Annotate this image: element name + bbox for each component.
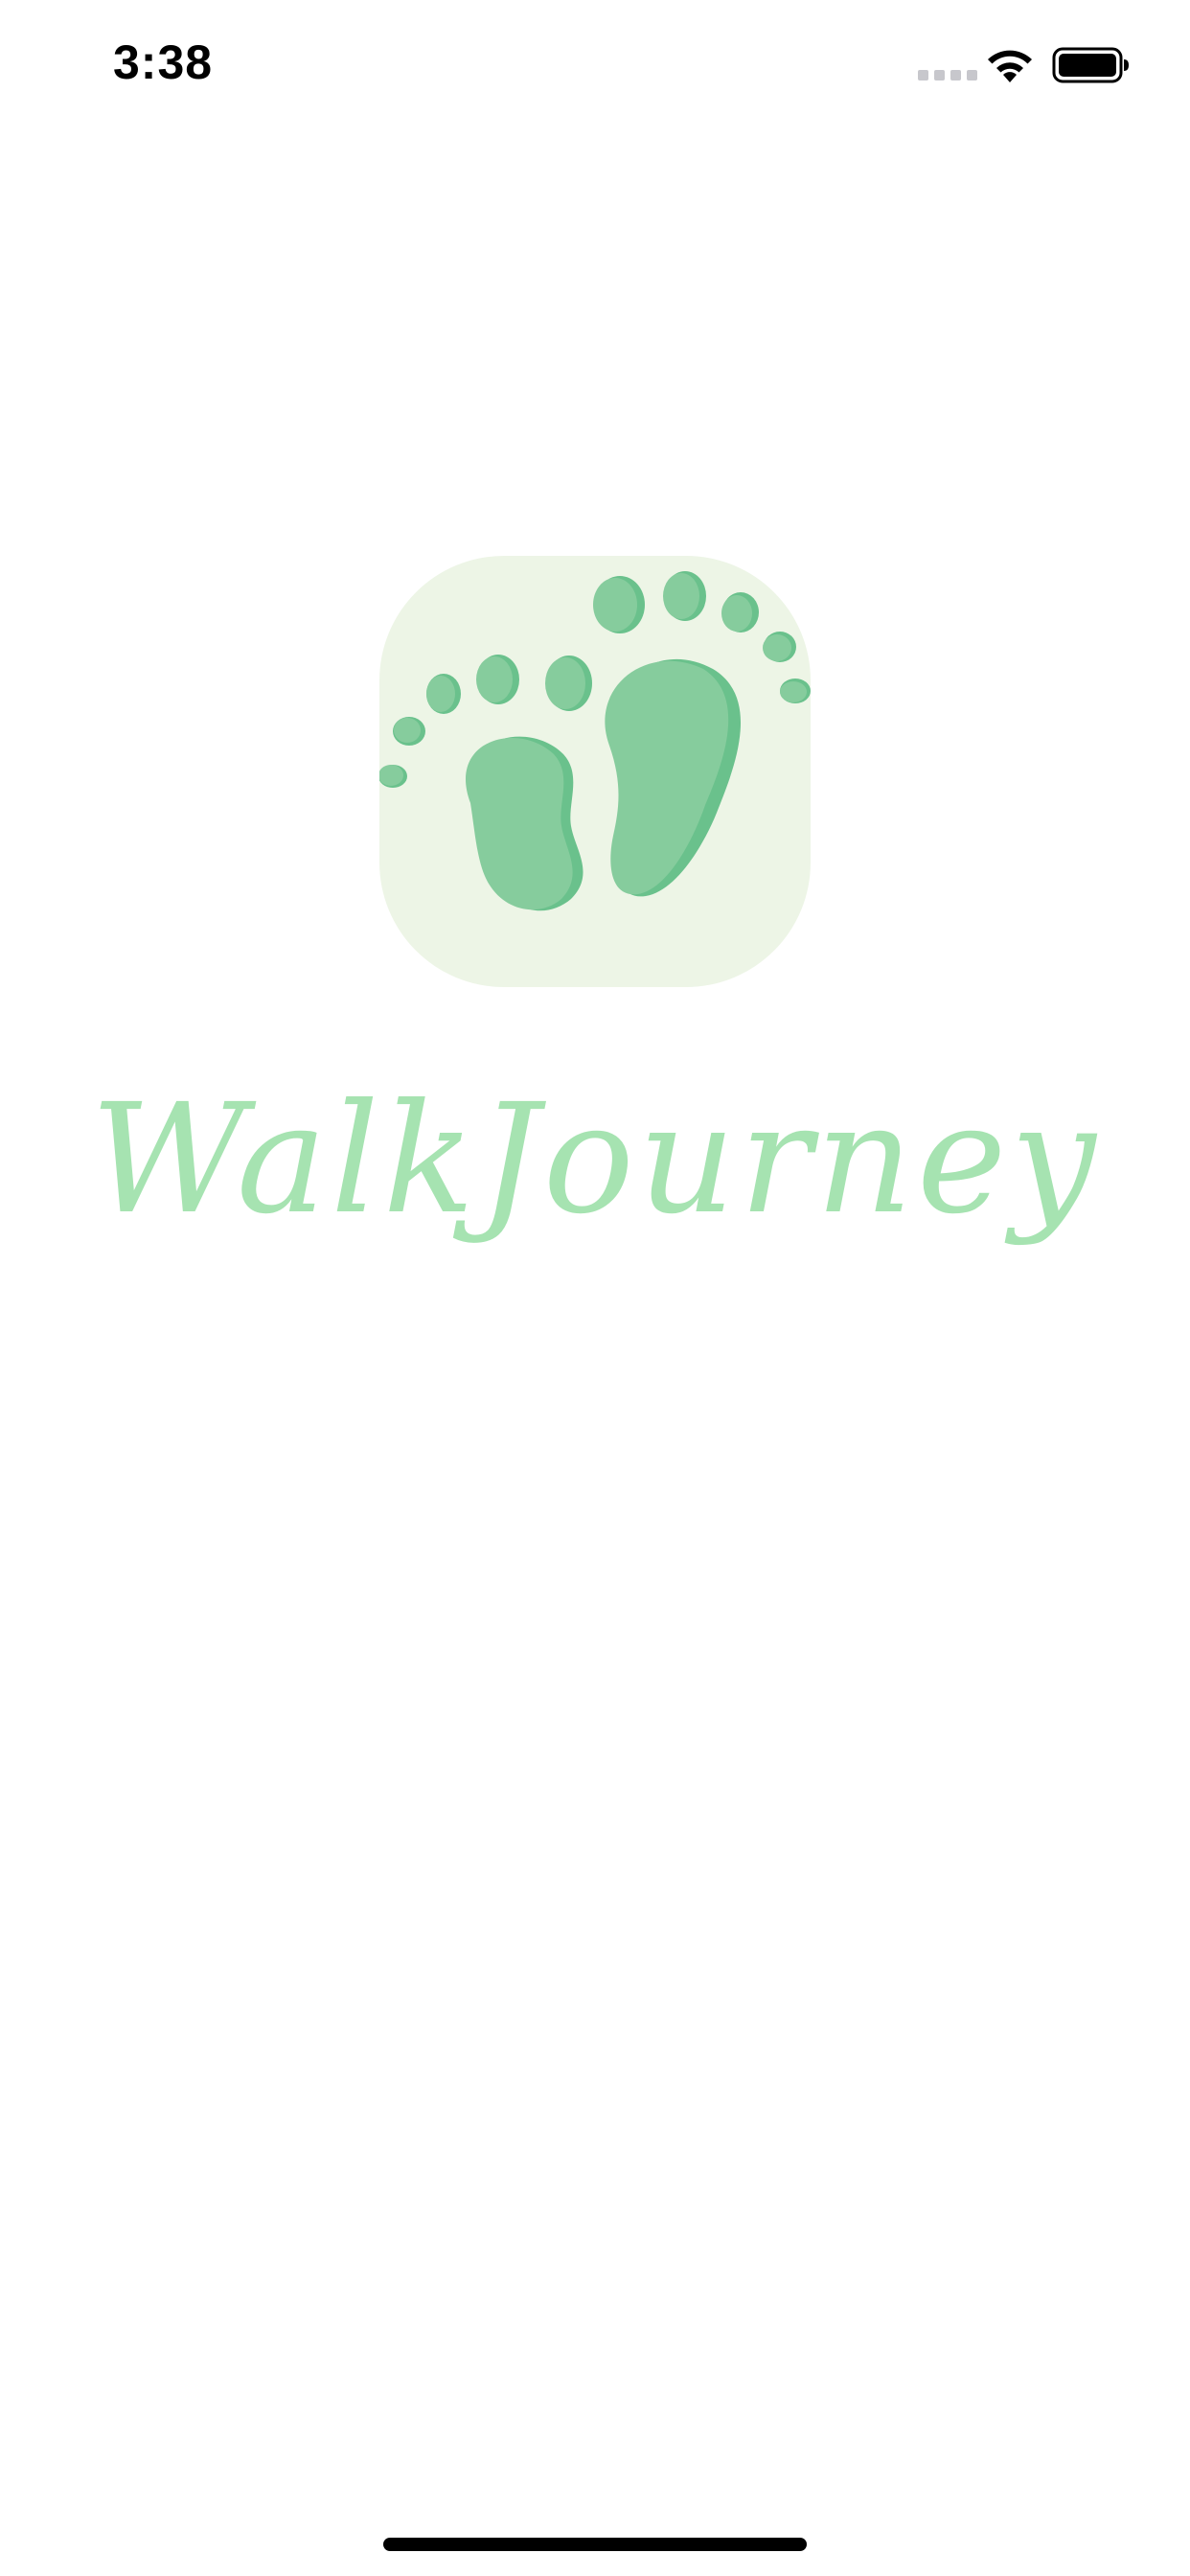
- app-name-title: WalkJourney: [90, 1071, 1100, 1248]
- home-indicator[interactable]: [383, 2538, 807, 2551]
- wifi-icon: [988, 50, 1032, 82]
- footprints-icon: [379, 556, 811, 987]
- cellular-signal-icon: [918, 70, 977, 80]
- status-time: 3:38: [113, 35, 214, 89]
- battery-icon: [1052, 47, 1129, 83]
- status-bar: 3:38: [0, 0, 1190, 134]
